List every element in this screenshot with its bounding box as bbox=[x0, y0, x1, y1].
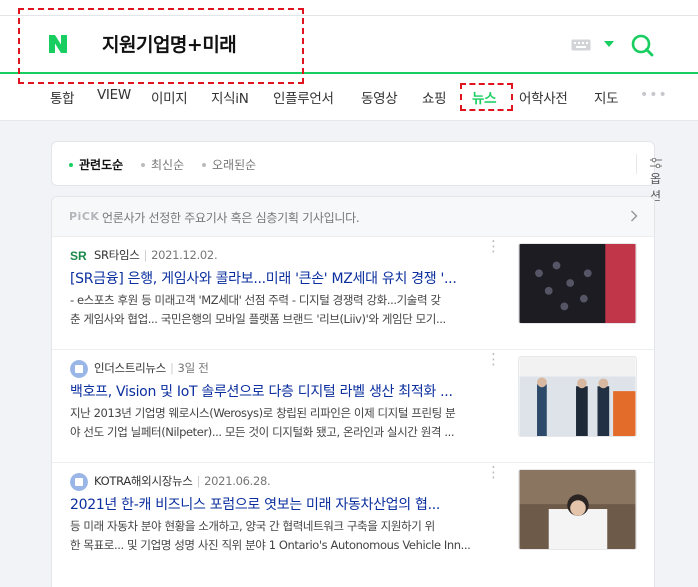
selected-dot-icon bbox=[69, 162, 73, 167]
dot-icon bbox=[141, 162, 145, 167]
search-box-highlight bbox=[18, 8, 304, 84]
tab-video[interactable]: 동영상 bbox=[361, 87, 398, 107]
press-name[interactable]: SR타임스 bbox=[94, 248, 140, 262]
news-title[interactable]: 백호프, Vision 및 IoT 솔루션으로 다층 디지털 라벨 생산 최적화… bbox=[70, 381, 492, 401]
tab-dictionary[interactable]: 어학사전 bbox=[519, 87, 568, 107]
keyboard-icon[interactable] bbox=[571, 39, 591, 51]
more-tabs-icon[interactable]: ••• bbox=[640, 87, 668, 103]
tab-all[interactable]: 통합 bbox=[50, 87, 75, 107]
sort-relevance[interactable]: 관련도순 bbox=[69, 156, 123, 173]
news-item: KOTRA해외시장뉴스 | 2021.06.28. ⋮ 2021년 한-캐 비즈니스… bbox=[52, 463, 654, 576]
sort-bar: 관련도순 최신순 오래된순 옵션 bbox=[51, 141, 662, 203]
news-item: SR SR타임스 | 2021.12.02. ⋮ [SR금융] 은행, 게임사와 콜… bbox=[52, 237, 654, 350]
news-results: PiCK 언론사가 선정한 주요기사 혹은 심층기획 기사입니다. SR SR타… bbox=[51, 196, 655, 587]
more-options-icon[interactable]: ⋮ bbox=[486, 352, 501, 367]
tab-influencer[interactable]: 인플루언서 bbox=[273, 87, 334, 107]
press-info: 인더스트리뉴스 | 3일 전 bbox=[94, 361, 209, 375]
news-date: 2021.06.28. bbox=[204, 474, 271, 488]
news-thumbnail[interactable] bbox=[518, 243, 637, 324]
sort-latest[interactable]: 최신순 bbox=[141, 156, 184, 173]
tab-bar: 통합 VIEW 이미지 지식iN 인플루언서 동영상 쇼핑 뉴스 어학사전 지도… bbox=[0, 74, 698, 121]
news-date: 2021.12.02. bbox=[151, 248, 218, 262]
dot-icon bbox=[202, 162, 206, 167]
news-thumbnail[interactable] bbox=[518, 469, 637, 550]
svg-text:SR: SR bbox=[70, 249, 87, 263]
more-options-icon[interactable]: ⋮ bbox=[486, 465, 501, 480]
pick-description: 언론사가 선정한 주요기사 혹은 심층기획 기사입니다. bbox=[102, 211, 360, 225]
sort-oldest[interactable]: 오래된순 bbox=[202, 156, 256, 173]
chevron-right-icon bbox=[630, 210, 638, 222]
tab-knowledge-in[interactable]: 지식iN bbox=[211, 87, 249, 107]
pick-banner[interactable]: PiCK 언론사가 선정한 주요기사 혹은 심층기획 기사입니다. bbox=[52, 197, 654, 237]
news-title[interactable]: [SR금융] 은행, 게임사와 콜라보...미래 '큰손' MZ세대 유치 경쟁… bbox=[70, 268, 492, 288]
press-info: KOTRA해외시장뉴스 | 2021.06.28. bbox=[94, 474, 271, 488]
divider bbox=[636, 154, 637, 174]
news-tab-highlight bbox=[460, 83, 513, 111]
news-description[interactable]: 등 미래 자동차 분야 현황을 소개하고, 양국 간 협력네트워크 구축을 지원… bbox=[70, 517, 492, 555]
tab-view[interactable]: VIEW bbox=[97, 87, 131, 103]
press-info: SR타임스 | 2021.12.02. bbox=[94, 248, 218, 262]
news-date: 3일 전 bbox=[177, 361, 209, 375]
news-item: 인더스트리뉴스 | 3일 전 ⋮ 백호프, Vision 및 IoT 솔루션으로 다… bbox=[52, 350, 654, 463]
press-name[interactable]: KOTRA해외시장뉴스 bbox=[94, 474, 193, 488]
tab-map[interactable]: 지도 bbox=[594, 87, 619, 107]
news-description[interactable]: 지난 2013년 기업명 웨로시스(Werosys)로 창립된 리파인은 이제 … bbox=[70, 404, 492, 442]
press-logo-icon[interactable] bbox=[70, 360, 88, 378]
autocomplete-toggle-icon[interactable] bbox=[604, 41, 614, 47]
press-logo-icon[interactable] bbox=[70, 473, 88, 491]
tab-images[interactable]: 이미지 bbox=[151, 87, 188, 107]
pick-badge: PiCK bbox=[69, 210, 100, 223]
press-name[interactable]: 인더스트리뉴스 bbox=[94, 361, 166, 375]
more-options-icon[interactable]: ⋮ bbox=[486, 239, 501, 254]
press-logo-icon[interactable]: SR bbox=[70, 247, 88, 265]
news-description[interactable]: - e스포츠 후원 등 미래고객 'MZ세대' 선점 주력 - 디지털 경쟁력 … bbox=[70, 291, 492, 329]
search-icon[interactable] bbox=[630, 33, 654, 57]
filter-icon bbox=[650, 157, 662, 168]
tab-shopping[interactable]: 쇼핑 bbox=[422, 87, 447, 107]
news-title[interactable]: 2021년 한-캐 비즈니스 포럼으로 엿보는 미래 자동차산업의 협... bbox=[70, 494, 492, 514]
header: 지원기업명+미래 통합 VIEW 이미지 지식iN 인플루언서 동영상 쇼핑 뉴… bbox=[0, 0, 698, 121]
news-thumbnail[interactable] bbox=[518, 356, 637, 437]
